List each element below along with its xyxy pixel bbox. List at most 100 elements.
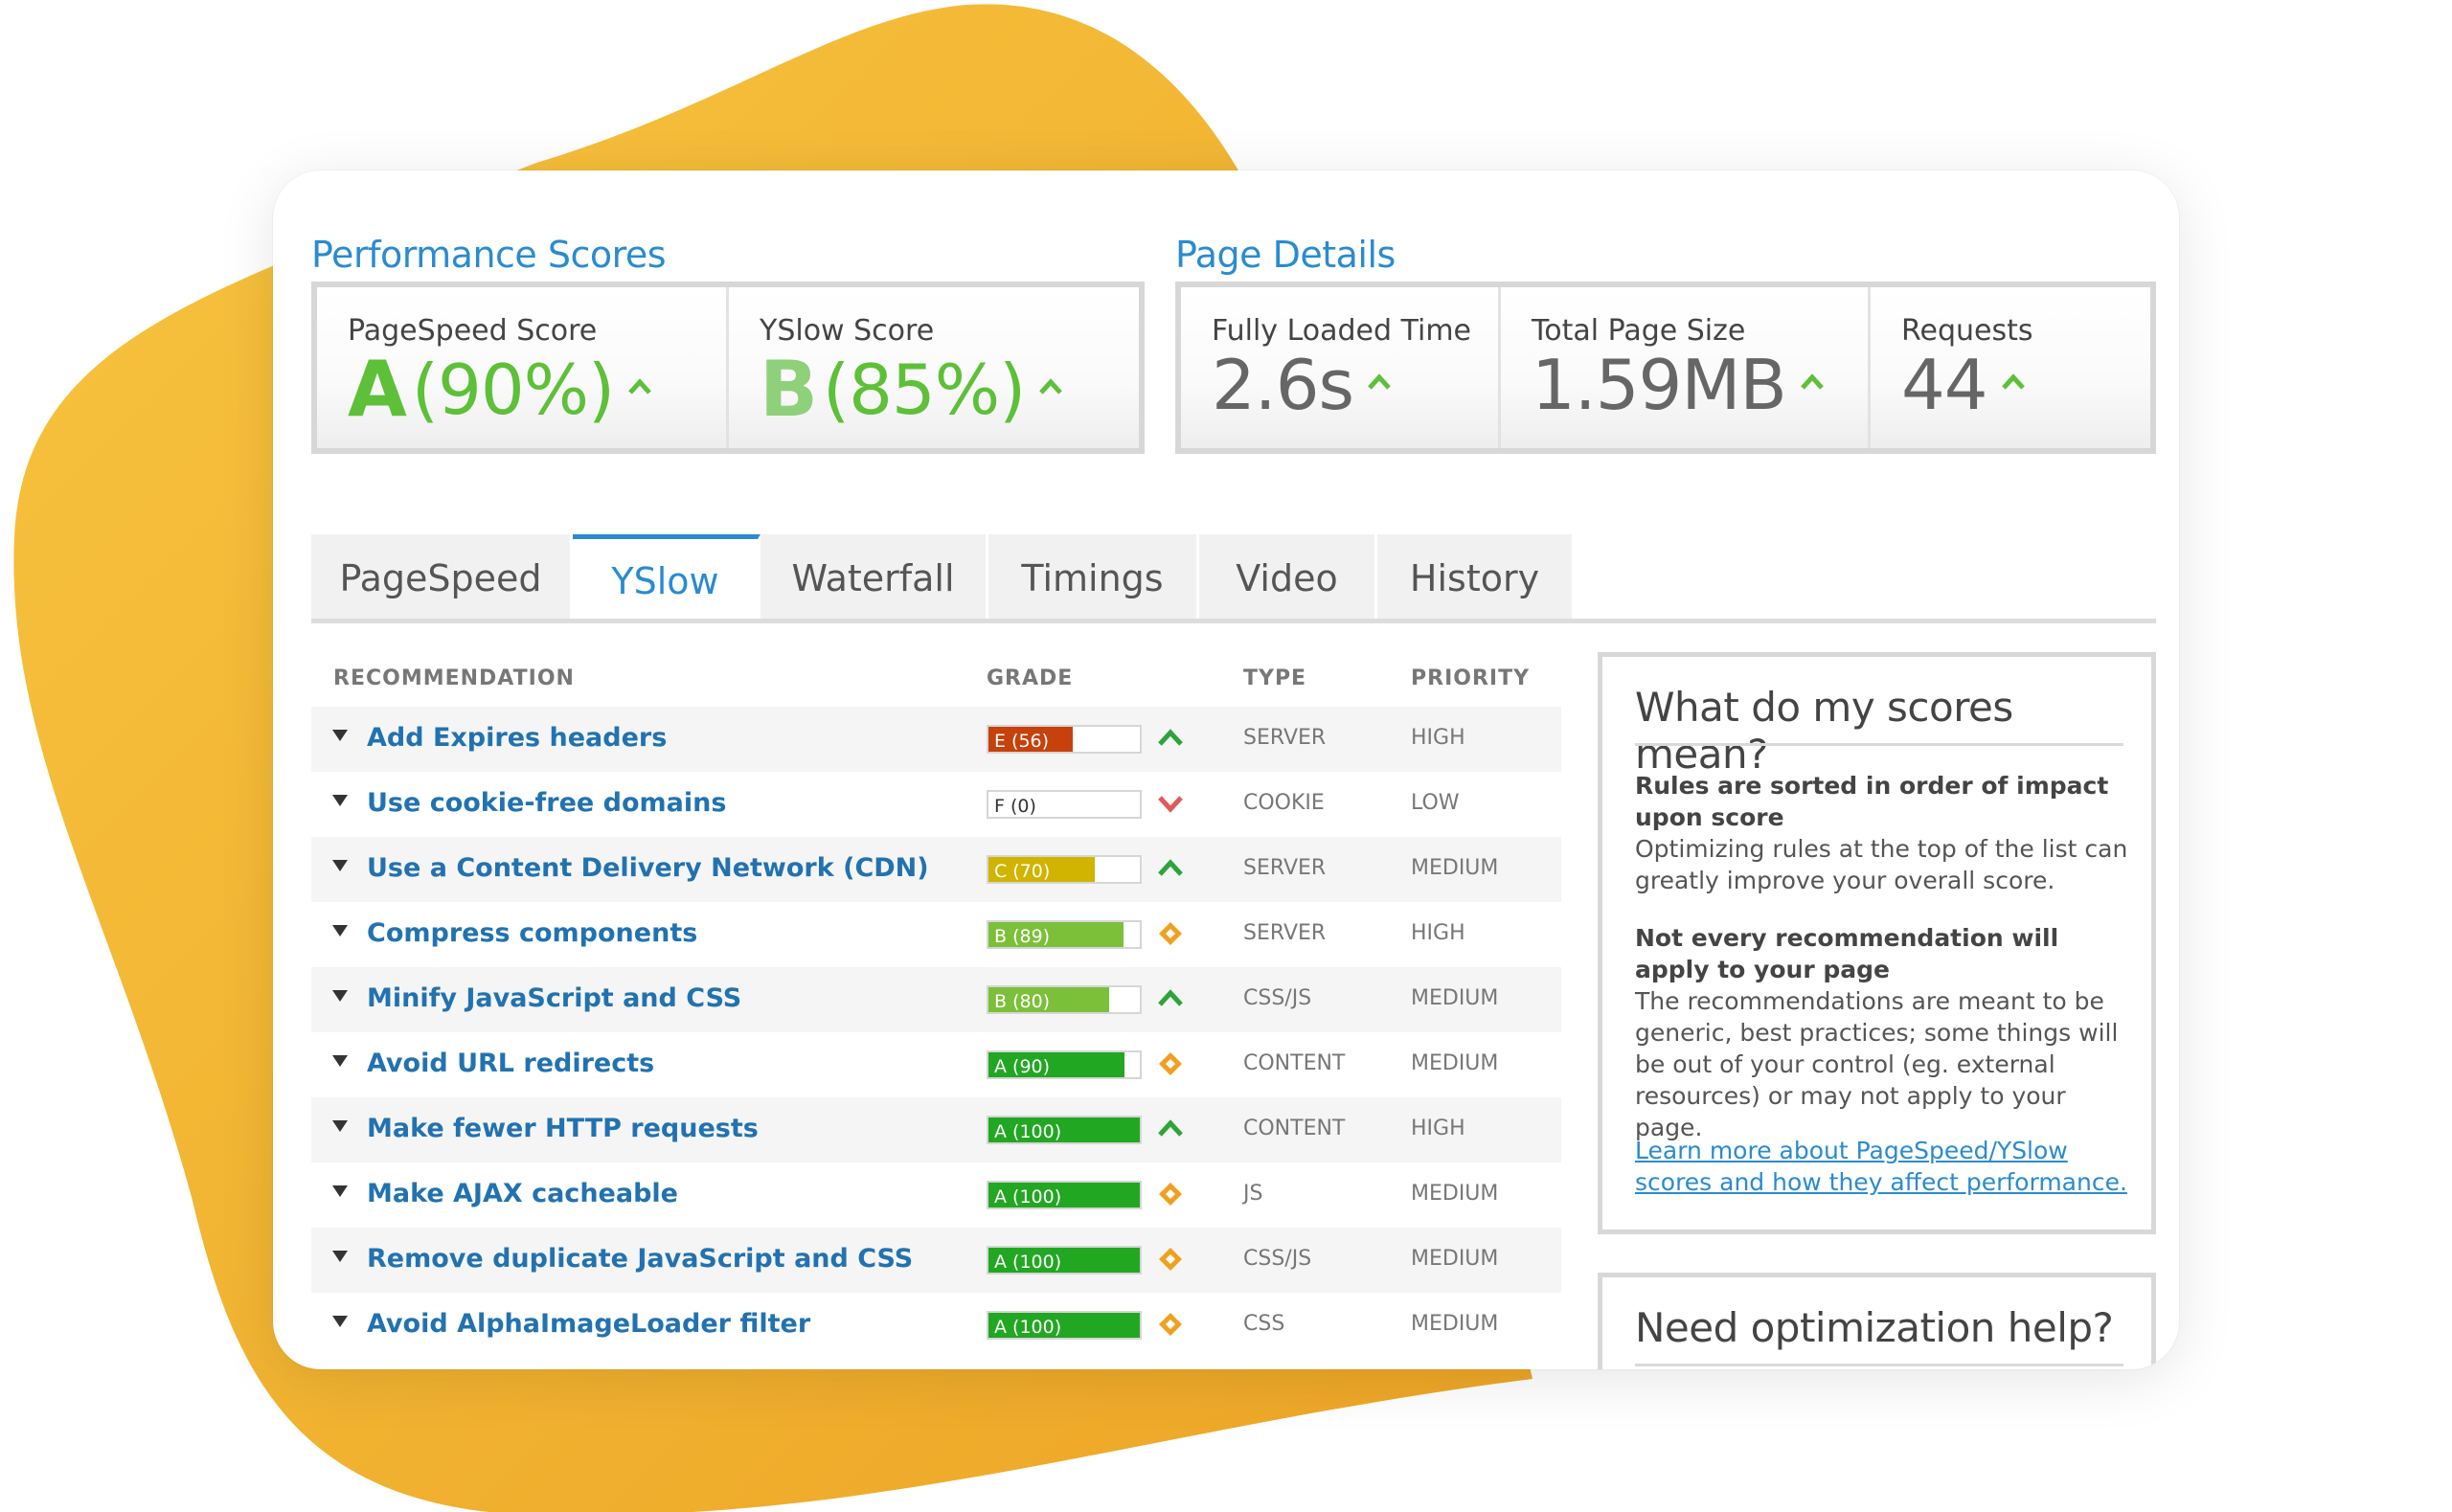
pagespeed-score-value: A (90%)	[348, 345, 652, 434]
expand-triangle-icon[interactable]	[332, 730, 348, 741]
page-details-box: Fully Loaded Time 2.6s Total Page Size 1…	[1175, 282, 2156, 454]
table-row[interactable]: Use cookie-free domains F (0) COOKIE LOW	[311, 772, 1561, 837]
yslow-score-cell: YSlow Score B (85%)	[729, 287, 1139, 448]
recommendation-type: CONTENT	[1243, 1117, 1346, 1140]
tab-video[interactable]: Video	[1199, 534, 1377, 622]
scores-help-box: What do my scores mean? Rules are sorted…	[1598, 652, 2156, 1234]
recommendation-name[interactable]: Use a Content Delivery Network (CDN)	[367, 853, 929, 883]
expand-triangle-icon[interactable]	[332, 1251, 348, 1262]
recommendation-type: SERVER	[1243, 921, 1327, 945]
expand-triangle-icon[interactable]	[332, 990, 348, 1002]
up-arrow-icon	[1156, 724, 1185, 753]
header-grade: GRADE	[987, 666, 1074, 690]
down-arrow-icon	[1156, 789, 1185, 818]
up-arrow-icon	[1368, 373, 1391, 390]
fully-loaded-cell: Fully Loaded Time 2.6s	[1181, 287, 1501, 448]
page-details-title: Page Details	[1175, 234, 1396, 276]
grade-label: E (56)	[994, 731, 1050, 752]
total-page-size-label: Total Page Size	[1532, 314, 1746, 348]
header-type: TYPE	[1243, 666, 1307, 690]
table-row[interactable]: Add Expires headers E (56) SERVER HIGH	[311, 707, 1561, 772]
recommendation-type: CSS	[1243, 1312, 1285, 1336]
optimization-help-title: Need optimization help?	[1635, 1304, 2114, 1351]
table-row[interactable]: Avoid URL redirects A (90) CONTENT MEDIUM	[311, 1032, 1561, 1097]
requests-number: 44	[1901, 345, 1988, 425]
yslow-score-value: B (85%)	[760, 345, 1063, 434]
expand-triangle-icon[interactable]	[332, 925, 348, 937]
recommendation-name[interactable]: Add Expires headers	[367, 723, 667, 753]
table-row[interactable]: Use a Content Delivery Network (CDN) C (7…	[311, 837, 1561, 902]
total-page-size-number: 1.59MB	[1532, 345, 1787, 425]
recommendation-priority: HIGH	[1411, 921, 1465, 945]
recommendation-name[interactable]: Remove duplicate JavaScript and CSS	[367, 1244, 913, 1274]
recommendation-name[interactable]: Minify JavaScript and CSS	[367, 983, 741, 1013]
recommendation-priority: MEDIUM	[1411, 1247, 1499, 1271]
grade-bar: C (70)	[987, 855, 1142, 884]
pagespeed-score-cell: PageSpeed Score A (90%)	[317, 287, 729, 448]
recommendations-table: RECOMMENDATION GRADE TYPE PRIORITY Add E…	[311, 649, 1561, 1358]
tab-history[interactable]: History	[1377, 534, 1575, 622]
recommendation-priority: LOW	[1411, 791, 1460, 815]
grade-bar: B (89)	[987, 920, 1142, 949]
recommendation-name[interactable]: Make AJAX cacheable	[367, 1179, 678, 1208]
scores-help-link-wrap: Learn more about PageSpeed/YSlow scores …	[1635, 1135, 2133, 1198]
recommendation-name[interactable]: Avoid URL redirects	[367, 1049, 654, 1078]
scores-help-divider	[1635, 743, 2123, 746]
pagespeed-percent: (90%)	[411, 349, 615, 430]
recommendation-name[interactable]: Make fewer HTTP requests	[367, 1114, 759, 1143]
yslow-score-label: YSlow Score	[760, 314, 935, 348]
recommendation-priority: MEDIUM	[1411, 856, 1499, 880]
grade-label: B (80)	[994, 991, 1051, 1012]
table-row[interactable]: Make fewer HTTP requests A (100) CONTENT HI…	[311, 1097, 1561, 1162]
tab-yslow[interactable]: YSlow	[573, 534, 761, 622]
expand-triangle-icon[interactable]	[332, 860, 348, 871]
tab-timings[interactable]: Timings	[988, 534, 1199, 622]
expand-triangle-icon[interactable]	[332, 1120, 348, 1132]
tab-pagespeed[interactable]: PageSpeed	[311, 534, 573, 622]
recommendation-type: CSS/JS	[1243, 1247, 1312, 1271]
table-row[interactable]: Make AJAX cacheable A (100) JS MEDIUM	[311, 1162, 1561, 1228]
recommendation-type: COOKIE	[1243, 791, 1325, 815]
total-page-size-cell: Total Page Size 1.59MB	[1501, 287, 1871, 448]
tabs-underline	[311, 619, 2156, 623]
table-row[interactable]: Remove duplicate JavaScript and CSS A (10…	[311, 1228, 1561, 1293]
optimization-help-box: Need optimization help?	[1598, 1273, 2156, 1369]
table-row[interactable]: Minify JavaScript and CSS B (80) CSS/JS MED…	[311, 967, 1561, 1032]
recommendation-priority: HIGH	[1411, 726, 1465, 750]
recommendation-name[interactable]: Use cookie-free domains	[367, 788, 726, 818]
grade-bar: A (100)	[987, 1181, 1142, 1209]
expand-triangle-icon[interactable]	[332, 1055, 348, 1067]
pagespeed-score-label: PageSpeed Score	[348, 314, 598, 348]
table-row[interactable]: Avoid AlphaImageLoader filter A (100) CSS M…	[311, 1293, 1561, 1358]
recommendation-name[interactable]: Avoid AlphaImageLoader filter	[367, 1309, 810, 1339]
recommendation-name[interactable]: Compress components	[367, 918, 697, 948]
grade-bar: A (100)	[987, 1246, 1142, 1275]
expand-triangle-icon[interactable]	[332, 795, 348, 806]
recommendation-priority: MEDIUM	[1411, 1051, 1499, 1075]
grade-label: A (100)	[994, 1252, 1062, 1273]
grade-label: A (100)	[994, 1186, 1062, 1207]
expand-triangle-icon[interactable]	[332, 1185, 348, 1197]
scores-help-paragraph-2: Not every recommendation will apply to y…	[1635, 922, 2133, 1143]
table-body: Add Expires headers E (56) SERVER HIGH Use c…	[311, 707, 1561, 1358]
learn-more-link[interactable]: Learn more about PageSpeed/YSlow scores …	[1635, 1137, 2127, 1196]
diamond-icon	[1156, 1180, 1185, 1208]
recommendation-priority: MEDIUM	[1411, 1312, 1499, 1336]
grade-label: C (70)	[994, 861, 1051, 882]
table-row[interactable]: Compress components B (89) SERVER HIGH	[311, 902, 1561, 967]
grade-bar: B (80)	[987, 985, 1142, 1014]
scores-help-title: What do my scores mean?	[1635, 684, 2013, 778]
tab-waterfall[interactable]: Waterfall	[761, 534, 988, 622]
performance-scores-title: Performance Scores	[311, 234, 667, 276]
recommendation-type: SERVER	[1243, 856, 1327, 880]
recommendation-type: SERVER	[1243, 726, 1327, 750]
performance-scores-box: PageSpeed Score A (90%) YSlow Score B (8…	[311, 282, 1145, 454]
report-tabs: PageSpeed YSlow Waterfall Timings Video …	[311, 534, 1575, 622]
up-arrow-icon	[1156, 854, 1185, 883]
requests-cell: Requests 44	[1871, 287, 2150, 448]
recommendation-priority: MEDIUM	[1411, 986, 1499, 1010]
recommendation-priority: MEDIUM	[1411, 1182, 1499, 1206]
expand-triangle-icon[interactable]	[332, 1316, 348, 1327]
yslow-percent: (85%)	[822, 349, 1026, 430]
diamond-icon	[1156, 1310, 1185, 1339]
